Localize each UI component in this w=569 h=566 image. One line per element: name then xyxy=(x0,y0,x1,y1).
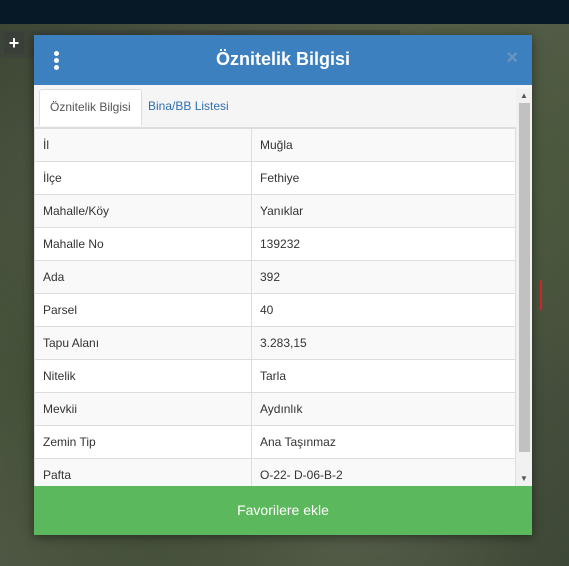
table-row: Mevkii Aydınlık xyxy=(34,392,516,426)
attribute-value: Aydınlık xyxy=(251,392,516,426)
tab-bar: Öznitelik Bilgisi Bina/BB Listesi xyxy=(34,85,532,127)
table-row: İl Muğla xyxy=(34,128,516,162)
table-row: Mahalle No 139232 xyxy=(34,227,516,261)
table-row: Zemin Tip Ana Taşınmaz xyxy=(34,425,516,459)
attribute-key: İl xyxy=(34,128,252,162)
scroll-down-icon[interactable]: ▼ xyxy=(516,472,532,486)
table-row: Tapu Alanı 3.283,15 xyxy=(34,326,516,360)
attribute-table: İl Muğla İlçe Fethiye Mahalle/Köy Yanıklar Mah… xyxy=(34,127,516,487)
zoom-in-button[interactable]: + xyxy=(4,32,24,54)
attribute-value: Ana Taşınmaz xyxy=(251,425,516,459)
attribute-value: Muğla xyxy=(251,128,516,162)
close-icon[interactable]: × xyxy=(506,48,518,68)
modal-header: Öznitelik Bilgisi × xyxy=(34,35,532,85)
attribute-value: 3.283,15 xyxy=(251,326,516,360)
attribute-value: 40 xyxy=(251,293,516,327)
attribute-value: 139232 xyxy=(251,227,516,261)
attribute-value: O-22- D-06-B-2 xyxy=(251,458,516,487)
scroll-up-icon[interactable]: ▲ xyxy=(516,89,532,103)
attribute-key: Mahalle/Köy xyxy=(34,194,252,228)
table-row: Pafta O-22- D-06-B-2 xyxy=(34,458,516,487)
attribute-key: Parsel xyxy=(34,293,252,327)
table-row: İlçe Fethiye xyxy=(34,161,516,195)
table-row: Nitelik Tarla xyxy=(34,359,516,393)
scrollbar[interactable]: ▲ ▼ xyxy=(516,89,532,486)
attribute-key: Pafta xyxy=(34,458,252,487)
tab-building-list[interactable]: Bina/BB Listesi xyxy=(138,89,239,126)
attribute-value: Fethiye xyxy=(251,161,516,195)
attribute-value: Yanıklar xyxy=(251,194,516,228)
attribute-modal: Öznitelik Bilgisi × Öznitelik Bilgisi Bi… xyxy=(34,35,532,535)
attribute-key: Mevkii xyxy=(34,392,252,426)
attribute-key: İlçe xyxy=(34,161,252,195)
attribute-key: Mahalle No xyxy=(34,227,252,261)
table-row: Ada 392 xyxy=(34,260,516,294)
top-bar xyxy=(0,0,569,24)
tab-attribute-info[interactable]: Öznitelik Bilgisi xyxy=(39,89,142,126)
table-row: Parsel 40 xyxy=(34,293,516,327)
modal-title: Öznitelik Bilgisi xyxy=(215,49,351,69)
attribute-key: Tapu Alanı xyxy=(34,326,252,360)
attribute-key: Ada xyxy=(34,260,252,294)
attribute-value: Tarla xyxy=(251,359,516,393)
attribute-value: 392 xyxy=(251,260,516,294)
table-row: Mahalle/Köy Yanıklar xyxy=(34,194,516,228)
add-favorite-button[interactable]: Favorilere ekle xyxy=(34,486,532,535)
attribute-key: Zemin Tip xyxy=(34,425,252,459)
scroll-thumb[interactable] xyxy=(519,103,530,452)
attribute-key: Nitelik xyxy=(34,359,252,393)
